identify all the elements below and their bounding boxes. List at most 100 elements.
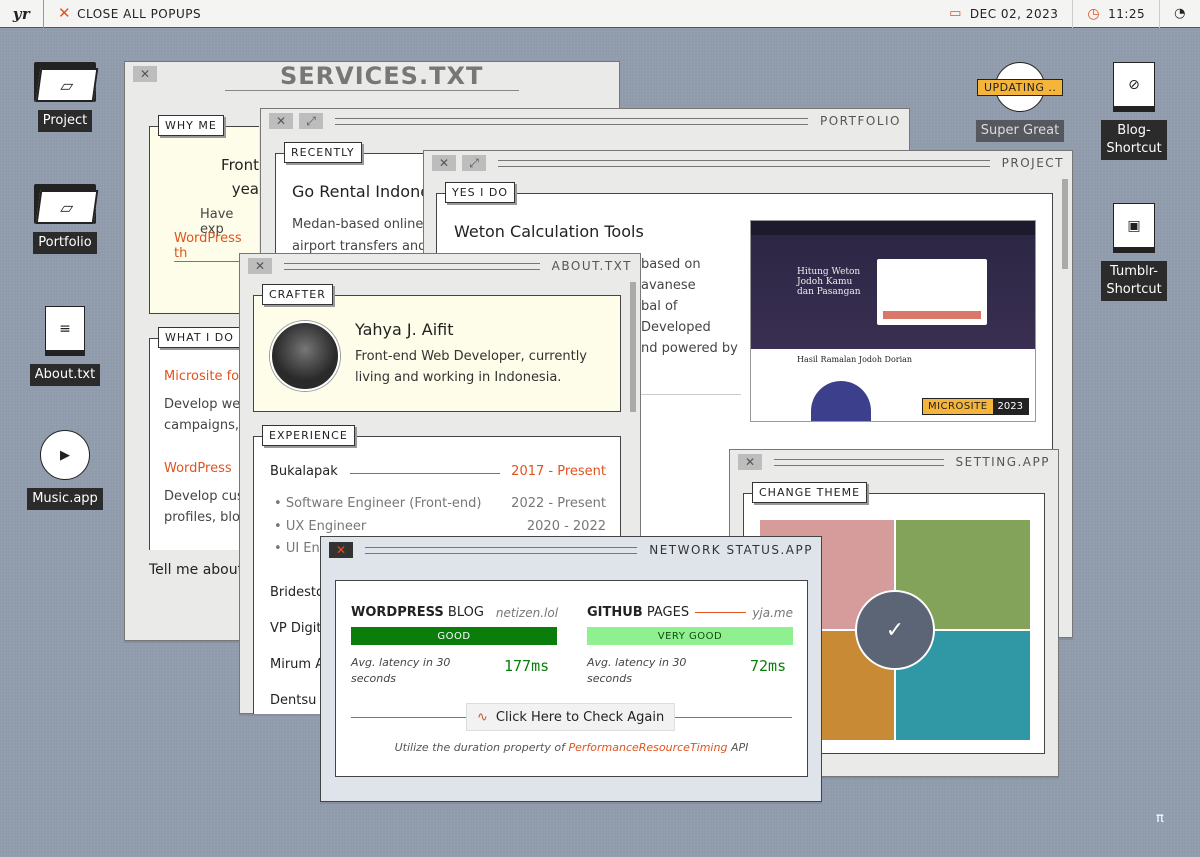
profile-bio: Front-end Web Developer, currently livin… xyxy=(355,349,587,385)
service-title[interactable]: Microsite fo xyxy=(164,369,239,384)
window-title: PORTFOLIO xyxy=(820,114,901,128)
window-title: SETTING.APP xyxy=(955,455,1050,469)
portfolio-item-title[interactable]: Go Rental Indone xyxy=(292,182,430,201)
check-again-button[interactable]: ∿ Click Here to Check Again xyxy=(466,703,676,731)
close-icon[interactable]: ✕ xyxy=(248,258,272,274)
desktop-icon-music[interactable]: ▶ Music.app xyxy=(20,430,110,510)
service-text: profiles, blo xyxy=(164,510,240,525)
calendar-icon: ▭ xyxy=(949,6,962,21)
scrollbar[interactable] xyxy=(630,282,636,412)
project-title[interactable]: Weton Calculation Tools xyxy=(454,222,644,241)
close-all-popups-button[interactable]: ✕ CLOSE ALL POPUPS xyxy=(58,6,201,21)
desktop-icon-project[interactable]: ▱ Project xyxy=(20,58,110,132)
window-network-status: ✕ NETWORK STATUS.APP WORDPRESS BLOG neti… xyxy=(320,536,822,802)
latency-value: 177ms xyxy=(504,657,550,675)
document-icon: ≡ xyxy=(45,306,85,356)
status-badge: GOOD xyxy=(351,627,557,645)
close-all-label: CLOSE ALL POPUPS xyxy=(77,6,202,21)
desktop-icon-super-great[interactable]: UPDATING .. Super Great xyxy=(975,62,1065,142)
avatar xyxy=(270,321,340,391)
company-name: Bukalapak xyxy=(270,464,338,479)
wallet-icon: ▣ xyxy=(1113,203,1155,253)
experience-tag: EXPERIENCE xyxy=(262,425,355,446)
preview-result: Hasil Ramalan Jodoh Dorian xyxy=(797,355,913,364)
other-companies: Bridesto VP Digit Mirum A Dentsu I xyxy=(270,585,325,708)
preview-heading: Hitung Weton Jodoh Kamu dan Pasangan xyxy=(797,267,861,297)
folder-icon: ▱ xyxy=(34,58,99,102)
latency-label: Avg. latency in 30 seconds xyxy=(351,656,451,685)
yes-i-do-tag: YES I DO xyxy=(445,182,516,203)
service-header: GITHUB PAGES yja.me xyxy=(587,605,793,620)
recently-tag: RECENTLY xyxy=(284,142,362,163)
wifi-icon[interactable]: ◔ xyxy=(1174,6,1186,21)
expand-icon[interactable]: ⤢ xyxy=(462,155,486,171)
role-item: • Software Engineer (Front-end) 2022 - Pr… xyxy=(274,496,606,511)
portfolio-item-text: Medan-based online xyxy=(292,217,424,232)
link-icon: ⊘ xyxy=(1113,62,1155,112)
service-text: Develop cus xyxy=(164,489,244,504)
company-period: 2017 - Present xyxy=(511,464,606,479)
tell-me-text: Tell me about xyxy=(149,562,244,578)
desktop-label: About.txt xyxy=(29,364,101,386)
why-text: Front xyxy=(221,156,259,174)
window-title: PROJECT xyxy=(1001,156,1064,170)
desktop-label: Project xyxy=(37,110,93,132)
folder-icon: ▱ xyxy=(34,180,99,224)
close-icon[interactable]: ✕ xyxy=(432,155,456,171)
why-me-tag: WHY ME xyxy=(158,115,224,136)
latency-label: Avg. latency in 30 seconds xyxy=(587,656,687,685)
updating-badge: UPDATING .. xyxy=(977,79,1064,96)
play-icon: ▶ xyxy=(40,430,90,480)
close-icon[interactable]: ✕ xyxy=(133,66,157,82)
role-item: • UX Engineer 2020 - 2022 xyxy=(274,518,606,534)
service-title[interactable]: WordPress xyxy=(164,461,232,476)
what-i-do-tag: WHAT I DO xyxy=(158,327,241,348)
performance-api-link[interactable]: PerformanceResourceTiming xyxy=(568,741,727,754)
desktop-icon-about[interactable]: ≡ About.txt xyxy=(20,306,110,386)
project-type-badge: MICROSITE xyxy=(922,399,993,414)
desktop-label: Portfolio xyxy=(33,232,97,254)
why-text: yea xyxy=(231,180,259,198)
desktop-label: Blog- Shortcut xyxy=(1101,120,1167,160)
window-title: ABOUT.TXT xyxy=(551,259,632,273)
check-icon: ✓ xyxy=(855,590,935,670)
close-icon: ✕ xyxy=(58,4,72,22)
time-text: 11:25 xyxy=(1108,6,1146,21)
desktop-label: Super Great xyxy=(975,120,1065,142)
latency-value: 72ms xyxy=(750,657,787,675)
date-text: DEC 02, 2023 xyxy=(969,6,1059,21)
scrollbar[interactable] xyxy=(1062,179,1068,269)
pi-symbol[interactable]: π xyxy=(1156,811,1164,826)
service-text: campaigns, xyxy=(164,418,240,433)
service-text: Develop web xyxy=(164,397,249,412)
desktop-label: Tumblr- Shortcut xyxy=(1101,261,1167,301)
crafter-card: CRAFTER Yahya J. Aifit Front-end Web Dev… xyxy=(253,284,621,412)
status-badge: VERY GOOD xyxy=(587,627,793,645)
profile-name: Yahya J. Aifit xyxy=(355,320,454,339)
close-icon[interactable]: ✕ xyxy=(738,454,762,470)
pulse-icon: ∿ xyxy=(477,709,488,725)
project-desc: based on avanese bal of Developed nd powered… xyxy=(641,257,738,356)
service-header: WORDPRESS BLOG netizen.lol xyxy=(351,605,559,620)
top-bar: yr ✕ CLOSE ALL POPUPS ▭ DEC 02, 2023 ◷ 1… xyxy=(0,0,1200,28)
window-title: SERVICES.TXT xyxy=(280,62,484,90)
project-year-badge: 2023 xyxy=(992,399,1028,414)
desktop-label: Music.app xyxy=(27,488,103,510)
expand-icon[interactable]: ⤢ xyxy=(299,113,323,129)
project-preview-image[interactable]: Hitung Weton Jodoh Kamu dan Pasangan Has… xyxy=(750,220,1036,422)
network-status-card: WORDPRESS BLOG netizen.lol GOOD Avg. lat… xyxy=(335,580,808,777)
change-theme-tag: CHANGE THEME xyxy=(752,482,868,503)
status-circle-icon: UPDATING .. xyxy=(977,62,1064,112)
desktop-icon-tumblr-shortcut[interactable]: ▣ Tumblr- Shortcut xyxy=(1089,203,1179,301)
close-icon[interactable]: ✕ xyxy=(329,542,353,558)
window-title: NETWORK STATUS.APP xyxy=(649,543,813,557)
service-domain: yja.me xyxy=(752,605,793,620)
check-again-label: Click Here to Check Again xyxy=(495,709,665,725)
desktop-icon-blog-shortcut[interactable]: ⊘ Blog- Shortcut xyxy=(1089,62,1179,160)
logo[interactable]: yr xyxy=(0,0,44,28)
service-domain: netizen.lol xyxy=(495,605,559,620)
crafter-tag: CRAFTER xyxy=(262,284,333,305)
close-icon[interactable]: ✕ xyxy=(269,113,293,129)
desktop-icon-portfolio[interactable]: ▱ Portfolio xyxy=(20,180,110,254)
network-footnote: Utilize the duration property of Perform… xyxy=(394,741,749,754)
